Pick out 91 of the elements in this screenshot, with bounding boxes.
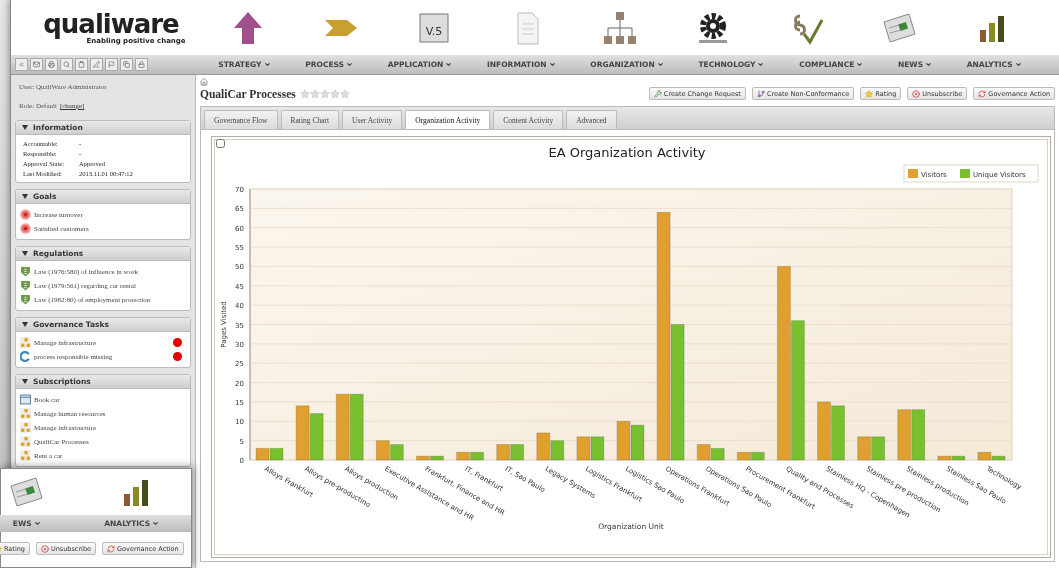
bar bbox=[736, 451, 751, 461]
star-icon[interactable] bbox=[319, 88, 330, 99]
lock-button[interactable] bbox=[135, 58, 148, 71]
wrench-icon bbox=[653, 89, 662, 98]
bar bbox=[897, 409, 912, 461]
caret-icon bbox=[33, 520, 41, 527]
bar bbox=[269, 447, 284, 461]
branch-icon bbox=[756, 89, 765, 98]
bar bbox=[295, 405, 310, 461]
caret-icon bbox=[346, 61, 353, 68]
bar bbox=[470, 451, 485, 461]
copy-icon bbox=[123, 61, 130, 68]
logo-text: qualiware bbox=[43, 10, 179, 37]
search-icon bbox=[63, 61, 70, 68]
bar bbox=[349, 393, 364, 461]
caret-icon bbox=[445, 61, 453, 68]
rewind-icon bbox=[18, 61, 25, 68]
caret-icon bbox=[656, 61, 664, 68]
bar bbox=[576, 436, 591, 461]
rating-stars[interactable] bbox=[299, 88, 350, 99]
expand-caret-icon bbox=[22, 194, 28, 199]
bar bbox=[335, 393, 350, 461]
bar bbox=[590, 436, 605, 461]
expand-caret-icon bbox=[22, 322, 28, 327]
page-title: QualiCar Processes bbox=[200, 87, 296, 100]
star-icon[interactable] bbox=[329, 88, 340, 99]
bar bbox=[817, 401, 832, 461]
process-icon bbox=[20, 436, 31, 447]
bar bbox=[857, 436, 872, 461]
star-icon[interactable] bbox=[309, 88, 320, 99]
bar bbox=[375, 440, 390, 461]
calendar-icon bbox=[20, 394, 31, 405]
caret-icon bbox=[1014, 61, 1022, 68]
bar bbox=[710, 447, 725, 461]
caret-icon bbox=[548, 61, 556, 68]
bar bbox=[510, 444, 525, 461]
unsubscribe-icon bbox=[912, 89, 921, 98]
bar bbox=[255, 447, 270, 461]
print-icon bbox=[48, 61, 55, 68]
target-icon bbox=[20, 209, 31, 220]
shield-icon bbox=[20, 280, 31, 291]
bar bbox=[911, 409, 926, 461]
bar bbox=[309, 413, 324, 461]
refresh-icon bbox=[978, 89, 987, 98]
star-icon bbox=[865, 89, 874, 98]
clipboard-button[interactable] bbox=[75, 58, 88, 71]
caret-icon bbox=[263, 61, 271, 68]
star-icon[interactable] bbox=[339, 88, 350, 99]
process-icon bbox=[20, 422, 31, 433]
star-icon[interactable] bbox=[299, 88, 310, 99]
bar bbox=[831, 405, 846, 461]
home-icon[interactable] bbox=[200, 78, 208, 86]
print-button[interactable] bbox=[45, 58, 58, 71]
caret-icon bbox=[925, 61, 933, 68]
flag-button[interactable] bbox=[105, 58, 118, 71]
mail-button[interactable] bbox=[30, 58, 43, 71]
unsubscribe-icon bbox=[40, 544, 49, 553]
bar bbox=[536, 432, 551, 461]
process-icon bbox=[20, 450, 31, 461]
mail-icon bbox=[33, 61, 40, 68]
shield-icon bbox=[20, 266, 31, 277]
search-button[interactable] bbox=[60, 58, 73, 71]
caret-icon bbox=[152, 520, 160, 527]
copy-button[interactable] bbox=[120, 58, 133, 71]
bar bbox=[616, 420, 631, 461]
process-icon bbox=[20, 337, 31, 348]
expand-caret-icon bbox=[22, 379, 28, 384]
rewind-button[interactable] bbox=[15, 58, 28, 71]
process-icon bbox=[20, 408, 31, 419]
bar bbox=[630, 424, 645, 461]
bar bbox=[750, 451, 765, 461]
flag-icon bbox=[108, 61, 115, 68]
lock-icon bbox=[138, 61, 145, 68]
chart-checkbox[interactable] bbox=[216, 139, 225, 148]
bar bbox=[496, 444, 511, 461]
bar bbox=[696, 444, 711, 461]
expand-caret-icon bbox=[22, 125, 28, 130]
bar bbox=[456, 451, 471, 461]
shield-icon bbox=[20, 294, 31, 305]
pen-icon bbox=[93, 61, 100, 68]
clipboard-icon bbox=[78, 61, 85, 68]
caret-icon bbox=[757, 61, 765, 68]
bar bbox=[871, 436, 886, 461]
refresh-icon bbox=[107, 544, 116, 553]
caret-icon bbox=[856, 61, 864, 68]
pen-button[interactable] bbox=[90, 58, 103, 71]
bar bbox=[389, 444, 404, 461]
chart-title: EA Organization Activity bbox=[548, 145, 706, 160]
expand-caret-icon bbox=[22, 251, 28, 256]
target-icon bbox=[20, 223, 31, 234]
bar bbox=[550, 440, 565, 461]
